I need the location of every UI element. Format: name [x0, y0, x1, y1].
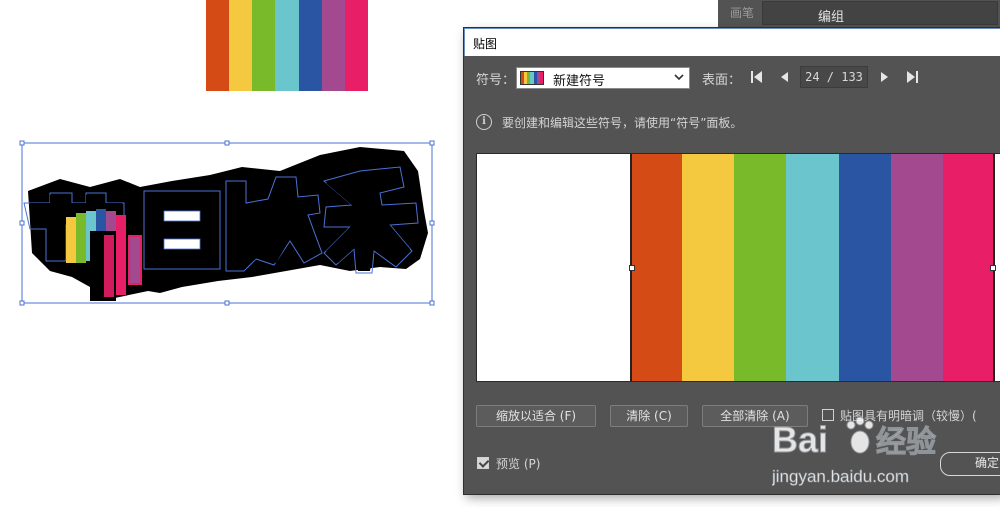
preview-stripes: [630, 154, 995, 381]
symbol-dropdown-value: 新建符号: [553, 74, 606, 89]
stripe-4: [275, 0, 299, 91]
stripe-1: [630, 154, 683, 381]
info-text: 要创建和编辑这些符号，请使用“符号”面板。: [502, 116, 743, 130]
map-art-preview[interactable]: [476, 153, 1000, 382]
dialog-title: 贴图: [473, 37, 498, 51]
baidu-watermark: Bai 经验 jingyan.baidu.com: [771, 412, 1000, 492]
watermark-brand-b: 经验: [876, 425, 936, 460]
stripe-1: [206, 0, 230, 91]
clear-button[interactable]: 清除 (C): [610, 405, 688, 427]
brushes-panel: 画笔 编组: [718, 0, 1000, 28]
artwork-svg: [19, 140, 435, 306]
symbol-thumbnail: [520, 71, 544, 85]
dialog-titlebar[interactable]: 贴图: [464, 28, 1000, 56]
surface-label: 表面：: [702, 73, 742, 88]
prev-page-icon: [781, 72, 788, 82]
stripe-3: [734, 154, 787, 381]
first-page-button[interactable]: [749, 68, 765, 86]
baidu-logo: Bai 经验 jingyan.baidu.com: [771, 416, 937, 486]
symbol-row: 符号： 新建符号 表面： 24 / 133: [464, 66, 1000, 92]
brushes-tab-label[interactable]: 画笔: [730, 4, 754, 21]
3d-text-artwork[interactable]: [19, 140, 435, 306]
stripe-5: [838, 154, 891, 381]
next-page-button[interactable]: [876, 68, 892, 86]
scale-to-fit-button[interactable]: 缩放以适合 (F): [476, 405, 596, 427]
stripe-2: [229, 0, 253, 91]
stripe-2: [682, 154, 735, 381]
watermark-brand-a: Bai: [772, 419, 828, 460]
stripe-7: [539, 72, 543, 84]
prev-page-button[interactable]: [777, 68, 793, 86]
stripe-6: [321, 0, 345, 91]
stripe-7: [344, 0, 368, 91]
color-swatch-stripes: [206, 0, 368, 91]
stripe-5: [298, 0, 322, 91]
symbol-dropdown[interactable]: 新建符号: [516, 67, 690, 89]
stripe-6: [890, 154, 943, 381]
watermark-url: jingyan.baidu.com: [772, 467, 909, 486]
symbol-label: 符号：: [476, 73, 516, 88]
paw-icon: [846, 416, 874, 454]
group-field[interactable]: 编组: [762, 1, 998, 25]
preview-checkbox[interactable]: [477, 457, 489, 469]
resize-handle-left[interactable]: [629, 265, 635, 271]
chevron-down-icon: [674, 74, 684, 81]
stripe-7: [942, 154, 995, 381]
preview-label: 预览 (P): [496, 457, 541, 471]
last-page-icon: [907, 71, 918, 83]
resize-handle-right[interactable]: [990, 265, 996, 271]
stripe-3: [252, 0, 276, 91]
next-page-icon: [881, 72, 888, 82]
group-field-value: 编组: [818, 10, 845, 25]
info-icon: i: [476, 114, 492, 130]
first-page-icon: [751, 71, 762, 83]
last-page-button[interactable]: [904, 68, 920, 86]
surface-page-field[interactable]: 24 / 133: [800, 66, 868, 88]
stripe-4: [786, 154, 839, 381]
